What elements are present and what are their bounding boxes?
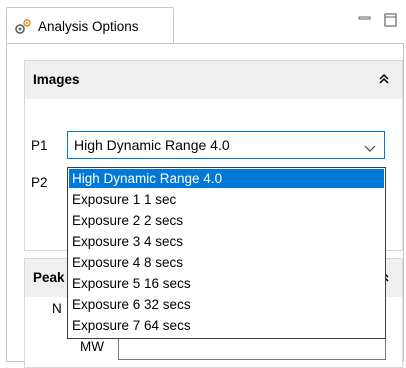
dropdown-option[interactable]: Exposure 5 16 secs	[69, 274, 384, 293]
gears-icon	[14, 18, 32, 36]
mw-input[interactable]	[118, 336, 386, 360]
dropdown-option[interactable]: Exposure 3 4 secs	[69, 232, 384, 251]
dropdown-option[interactable]: Exposure 2 2 secs	[69, 211, 384, 230]
images-section-header[interactable]: Images	[25, 61, 402, 99]
chevron-double-up-icon[interactable]	[378, 73, 390, 85]
tab-title: Analysis Options	[38, 19, 139, 34]
tab-analysis-options[interactable]: Analysis Options	[6, 7, 174, 44]
peak-section-title: Peak	[33, 270, 65, 285]
n-label: N	[52, 301, 62, 316]
dropdown-option[interactable]: Exposure 1 1 sec	[69, 190, 384, 209]
p1-selected-value: High Dynamic Range 4.0	[74, 137, 230, 153]
tab-strip: Analysis Options	[0, 0, 406, 44]
minimize-icon[interactable]	[355, 10, 375, 30]
p2-label: P2	[31, 175, 48, 190]
dropdown-option[interactable]: Exposure 7 64 secs	[69, 316, 384, 335]
dropdown-option[interactable]: Exposure 6 32 secs	[69, 295, 384, 314]
chevron-down-icon[interactable]	[364, 141, 376, 152]
dropdown-option[interactable]: High Dynamic Range 4.0	[69, 169, 384, 188]
p1-dropdown-list: High Dynamic Range 4.0 Exposure 1 1 sec …	[67, 167, 386, 339]
maximize-icon[interactable]	[381, 10, 401, 30]
mw-label: MW	[80, 339, 104, 354]
p1-label: P1	[31, 138, 48, 153]
images-section-title: Images	[33, 72, 80, 87]
p1-combobox[interactable]: High Dynamic Range 4.0	[67, 131, 385, 159]
dropdown-option[interactable]: Exposure 4 8 secs	[69, 253, 384, 272]
